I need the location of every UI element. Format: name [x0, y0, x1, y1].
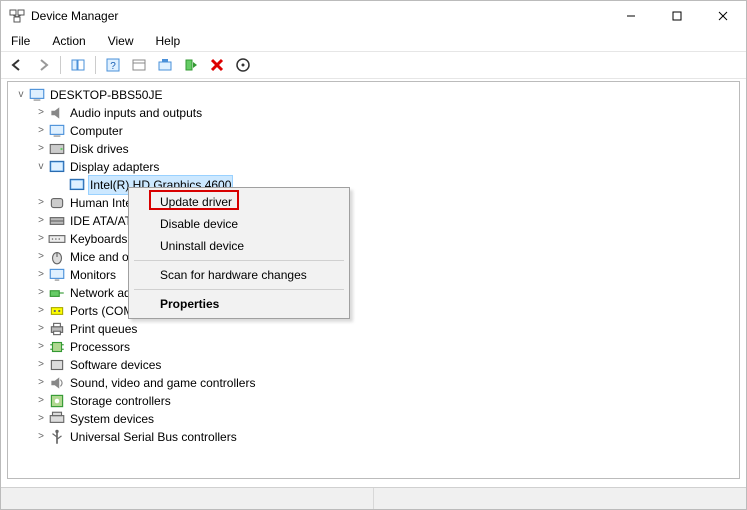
properties-button[interactable] [127, 54, 151, 76]
window-title: Device Manager [31, 9, 118, 23]
audio-icon [48, 105, 66, 121]
display-adapter-icon [48, 159, 66, 175]
statusbar [1, 487, 746, 509]
display-adapter-icon [68, 177, 86, 193]
device-manager-icon [9, 8, 25, 24]
chevron-right-icon[interactable]: > [34, 266, 48, 284]
category-label: System devices [68, 410, 156, 428]
menu-file[interactable]: File [7, 33, 34, 49]
hid-icon [48, 195, 66, 211]
tree-category[interactable]: v Display adapters [34, 158, 739, 176]
monitor-icon [48, 267, 66, 283]
maximize-button[interactable] [654, 1, 700, 31]
chevron-right-icon[interactable]: > [34, 302, 48, 320]
scan-hardware-button[interactable] [231, 54, 255, 76]
port-icon [48, 303, 66, 319]
tree-category[interactable]: > Universal Serial Bus controllers [34, 428, 739, 446]
category-label: Computer [68, 122, 125, 140]
chevron-right-icon[interactable]: > [34, 320, 48, 338]
tree-category[interactable]: > Sound, video and game controllers [34, 374, 739, 392]
menubar: File Action View Help [1, 31, 746, 51]
tree-category[interactable]: > Disk drives [34, 140, 739, 158]
network-adapter-icon [48, 285, 66, 301]
category-label: Display adapters [68, 158, 161, 176]
category-label: Software devices [68, 356, 163, 374]
category-label: Sound, video and game controllers [68, 374, 257, 392]
category-label: Universal Serial Bus controllers [68, 428, 239, 446]
tree-category[interactable]: > Software devices [34, 356, 739, 374]
help-button[interactable]: ? [101, 54, 125, 76]
tree-category[interactable]: > Audio inputs and outputs [34, 104, 739, 122]
toolbar: ? [1, 51, 746, 79]
category-label: Print queues [68, 320, 139, 338]
system-device-icon [48, 411, 66, 427]
chevron-right-icon[interactable]: > [34, 338, 48, 356]
chevron-right-icon[interactable]: > [34, 140, 48, 158]
ctx-update-driver[interactable]: Update driver [132, 191, 346, 213]
ctx-scan-hardware[interactable]: Scan for hardware changes [132, 264, 346, 286]
category-label: Disk drives [68, 140, 131, 158]
update-driver-button[interactable] [153, 54, 177, 76]
chevron-right-icon[interactable]: > [34, 122, 48, 140]
ide-controller-icon [48, 213, 66, 229]
tree-category[interactable]: > Processors [34, 338, 739, 356]
category-label: Storage controllers [68, 392, 173, 410]
usb-controller-icon [48, 429, 66, 445]
mouse-icon [48, 249, 66, 265]
status-cell-right [374, 488, 746, 509]
printer-icon [48, 321, 66, 337]
ctx-uninstall-device[interactable]: Uninstall device [132, 235, 346, 257]
category-label: Keyboards [68, 230, 129, 248]
chevron-right-icon[interactable]: > [34, 392, 48, 410]
tree-category[interactable]: > Storage controllers [34, 392, 739, 410]
titlebar: Device Manager [1, 1, 746, 31]
ctx-disable-device[interactable]: Disable device [132, 213, 346, 235]
device-tree-panel: v DESKTOP-BBS50JE > Audio inputs and outp… [7, 81, 740, 479]
ctx-separator [134, 260, 344, 261]
storage-controller-icon [48, 393, 66, 409]
menu-action[interactable]: Action [48, 33, 89, 49]
close-button[interactable] [700, 1, 746, 31]
computer-icon [48, 123, 66, 139]
forward-button[interactable] [31, 54, 55, 76]
status-cell-left [1, 488, 374, 509]
svg-text:?: ? [110, 61, 116, 72]
category-label: Monitors [68, 266, 118, 284]
chevron-down-icon[interactable]: v [14, 86, 28, 104]
chevron-right-icon[interactable]: > [34, 428, 48, 446]
chevron-right-icon[interactable]: > [34, 410, 48, 428]
chevron-right-icon[interactable]: > [34, 194, 48, 212]
chevron-right-icon[interactable]: > [34, 284, 48, 302]
context-menu: Update driver Disable device Uninstall d… [128, 187, 350, 319]
category-label: Audio inputs and outputs [68, 104, 204, 122]
chevron-right-icon[interactable]: > [34, 212, 48, 230]
disk-drive-icon [48, 141, 66, 157]
menu-view[interactable]: View [104, 33, 138, 49]
back-button[interactable] [5, 54, 29, 76]
sound-controller-icon [48, 375, 66, 391]
ctx-separator [134, 289, 344, 290]
chevron-right-icon[interactable]: > [34, 374, 48, 392]
minimize-button[interactable] [608, 1, 654, 31]
chevron-right-icon[interactable]: > [34, 248, 48, 266]
enable-device-button[interactable] [179, 54, 203, 76]
tree-root[interactable]: v DESKTOP-BBS50JE [14, 86, 739, 104]
uninstall-button[interactable] [205, 54, 229, 76]
chevron-right-icon[interactable]: > [34, 230, 48, 248]
chevron-right-icon[interactable]: > [34, 356, 48, 374]
tree-category[interactable]: > System devices [34, 410, 739, 428]
tree-category[interactable]: > Print queues [34, 320, 739, 338]
tree-category[interactable]: > Computer [34, 122, 739, 140]
software-device-icon [48, 357, 66, 373]
chevron-right-icon[interactable]: > [34, 104, 48, 122]
menu-help[interactable]: Help [152, 33, 185, 49]
keyboard-icon [48, 231, 66, 247]
chevron-down-icon[interactable]: v [34, 158, 48, 176]
ctx-properties[interactable]: Properties [132, 293, 346, 315]
show-hide-tree-button[interactable] [66, 54, 90, 76]
category-label: Processors [68, 338, 132, 356]
root-label: DESKTOP-BBS50JE [48, 86, 165, 104]
processor-icon [48, 339, 66, 355]
computer-root-icon [28, 87, 46, 103]
